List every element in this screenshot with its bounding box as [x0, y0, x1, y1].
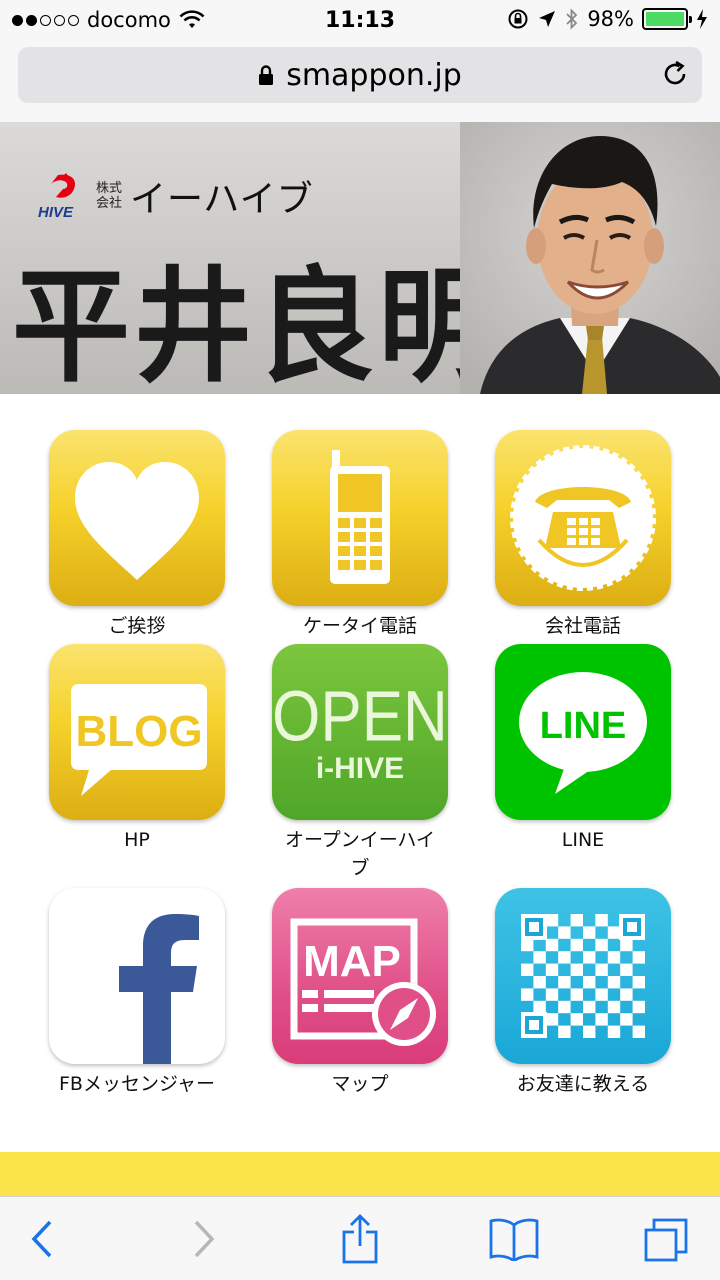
battery-percentage: 98% [587, 7, 634, 31]
bookmarks-button[interactable] [486, 1213, 542, 1265]
office-phone-button[interactable] [495, 430, 671, 606]
browser-address-area: smappon.jp [0, 40, 720, 122]
mobile-phone-button[interactable] [272, 430, 448, 606]
back-button[interactable] [14, 1213, 70, 1265]
mobile-phone-icon [330, 450, 390, 584]
company-logo: HIVE 株式 会社 イーハイブ [36, 170, 314, 222]
facebook-icon [119, 914, 199, 1064]
hp-button[interactable]: BLOG [49, 644, 225, 820]
browser-toolbar [0, 1196, 720, 1280]
line-icon: LINE [519, 672, 647, 794]
url-domain: smappon.jp [286, 57, 462, 93]
profile-banner: HIVE 株式 会社 イーハイブ 平井良明 [0, 122, 720, 394]
app-label: マップ [331, 1073, 389, 1095]
app-tile-mobile-phone[interactable]: ケータイ電話 [265, 430, 455, 640]
ihive-text: i-HIVE [316, 752, 404, 785]
app-tile-office-phone[interactable]: 会社電話 [488, 430, 678, 640]
greeting-button[interactable] [49, 430, 225, 606]
footer-band [0, 1152, 720, 1196]
company-name: イーハイブ [130, 179, 314, 220]
hive-logo-icon: HIVE [38, 173, 76, 221]
app-label: 会社電話 [544, 615, 621, 637]
book-icon [489, 1218, 539, 1261]
battery-icon [642, 8, 692, 30]
status-right: 98% [507, 7, 708, 31]
tell-friends-button[interactable] [495, 888, 671, 1064]
blog-icon-text: BLOG [75, 707, 202, 756]
app-label: FBメッセンジャー [58, 1073, 215, 1095]
app-tile-fb-messenger[interactable]: FBメッセンジャー [42, 888, 232, 1098]
app-tile-map[interactable]: MAP マップ [265, 888, 455, 1098]
heart-icon [75, 462, 199, 580]
chevron-right-icon [194, 1220, 215, 1258]
company-type-line2: 会社 [96, 196, 123, 211]
location-arrow-icon [539, 11, 556, 27]
app-tile-hp[interactable]: BLOG HP [42, 644, 232, 854]
map-icon-text: MAP [303, 937, 401, 986]
app-label: オープンイーハイブ [284, 829, 436, 879]
share-icon [342, 1214, 378, 1264]
open-text: OPEN [272, 678, 448, 757]
app-label: HP [124, 829, 150, 851]
status-bar: docomo 11:13 98% [0, 0, 720, 40]
svg-text:HIVE: HIVE [38, 204, 74, 221]
app-label: ケータイ電話 [302, 615, 417, 637]
app-tile-line[interactable]: LINE LINE [488, 644, 678, 854]
address-bar[interactable]: smappon.jp [18, 47, 702, 103]
app-label: LINE [561, 829, 605, 851]
open-ihive-button[interactable]: OPEN i-HIVE [272, 644, 448, 820]
app-tile-greeting[interactable]: ご挨拶 [42, 430, 232, 640]
share-button[interactable] [332, 1213, 388, 1265]
app-label: お友達に教える [516, 1073, 650, 1095]
forward-button[interactable] [176, 1213, 232, 1265]
map-button[interactable]: MAP [272, 888, 448, 1064]
map-icon: MAP [290, 918, 436, 1046]
company-type-line1: 株式 [96, 181, 123, 196]
orientation-lock-icon [508, 9, 528, 29]
open-ihive-icon: OPEN i-HIVE [272, 678, 448, 785]
lock-icon [259, 65, 274, 85]
app-label: ご挨拶 [108, 615, 166, 637]
tabs-button[interactable] [638, 1213, 694, 1265]
chevron-left-icon [31, 1220, 52, 1258]
qr-code-icon [521, 914, 645, 1038]
line-icon-text: LINE [540, 705, 627, 747]
blog-icon: BLOG [71, 684, 207, 796]
bluetooth-icon [566, 8, 578, 30]
line-button[interactable]: LINE [495, 644, 671, 820]
app-tile-tell-friends[interactable]: お友達に教える [488, 888, 678, 1098]
tabs-icon [644, 1218, 688, 1262]
reload-icon[interactable] [660, 59, 690, 89]
portrait-photo [460, 122, 720, 394]
app-tile-open-ihive[interactable]: OPEN i-HIVE オープンイーハイブ [265, 644, 455, 882]
charging-bolt-icon [697, 9, 707, 29]
person-name: 平井良明 [12, 253, 501, 394]
telephone-icon [510, 445, 656, 591]
company-type: 株式 会社 [96, 181, 122, 211]
fb-messenger-button[interactable] [49, 888, 225, 1064]
